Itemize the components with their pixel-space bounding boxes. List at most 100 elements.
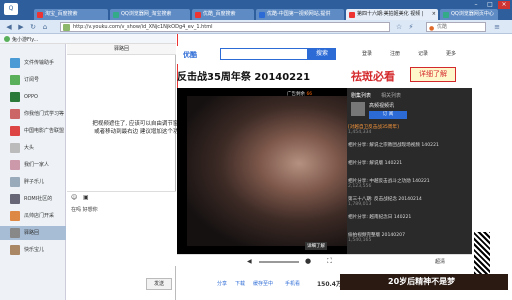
contact-item[interactable]: ROMI社区的 — [0, 192, 66, 206]
related-item[interactable]: 相片分享: 解说版 140221 — [348, 160, 470, 166]
channel-name[interactable]: 高频视频讯 — [369, 102, 394, 109]
contact-label: OPPO — [24, 94, 38, 100]
contact-item[interactable]: 中国电影广告联盟 — [0, 124, 66, 138]
chat-composer[interactable]: ☺ ▣ 在吗 好想你 — [67, 191, 176, 266]
download-label[interactable]: 下载 — [235, 280, 245, 287]
contact-avatar — [10, 143, 20, 153]
contact-avatar — [10, 194, 20, 204]
site-search-button[interactable]: 搜索 — [308, 48, 336, 60]
tab-close-icon[interactable]: × — [432, 9, 436, 20]
contact-label: 胖子乐儿 — [24, 179, 45, 185]
browser-tab[interactable]: 优酷-中国第一视频网站,提供 — [256, 9, 344, 20]
nav-login[interactable]: 登录 — [362, 50, 372, 57]
play-icon[interactable]: ● — [305, 257, 311, 265]
qq-logo-icon[interactable]: Q — [4, 3, 18, 15]
video-player[interactable]: 广告剩余 66 详细了解 — [177, 88, 347, 254]
browser-tab-bar: Q 淘宝_百度搜索 QQ浏览器网_淘宝搜索 优酷_百度搜索 优酷-中国第一视频网… — [0, 0, 512, 20]
channel-avatar — [351, 102, 365, 116]
contact-avatar — [10, 211, 20, 221]
qr-code[interactable] — [474, 232, 490, 274]
lightning-icon[interactable]: ⚡ — [406, 22, 416, 32]
contact-avatar — [10, 58, 20, 68]
font-icon[interactable]: ☺ — [71, 194, 77, 201]
browser-tab[interactable]: QQ浏览器网_淘宝搜索 — [110, 9, 190, 20]
subscribe-button[interactable]: 订 阅 — [369, 111, 407, 119]
contact-item[interactable]: 订阅号 — [0, 73, 66, 87]
related-item[interactable]: 第三十八期: 反击战纪念 20140214 1,789,013 — [348, 196, 470, 207]
tab-favicon-icon — [37, 12, 43, 18]
related-item[interactable]: 相片分享: 越南纪念日 140221 — [348, 214, 470, 220]
close-window-icon[interactable]: × — [498, 1, 510, 9]
contact-avatar — [10, 92, 20, 102]
browser-tab-active[interactable]: 第四十六期:美拍姬美化 视频 | × — [346, 9, 438, 20]
ad-detail-button[interactable]: 详细了解 — [410, 67, 456, 82]
image-icon[interactable]: ▣ — [83, 194, 89, 201]
refresh-icon[interactable]: ↻ — [28, 22, 38, 32]
volume-slider[interactable] — [259, 261, 299, 263]
site-logo[interactable]: 优酷 — [183, 50, 197, 60]
related-item[interactable]: 相片分享: 解说之宗教团战现场视频 140221 — [348, 142, 470, 148]
nav-more[interactable]: 更多 — [446, 50, 456, 57]
banner-text[interactable]: 20岁后精神不是梦 — [388, 276, 455, 287]
contact-item[interactable]: 驿路回 — [0, 226, 66, 240]
related-item-count: 1,454,334 — [348, 130, 372, 135]
nav-history[interactable]: 记录 — [418, 50, 428, 57]
contact-item[interactable]: 瓜帅店门开采 — [0, 209, 66, 223]
url-field[interactable]: http://v.youku.com/v_show/id_XNjc1NjkODg… — [60, 22, 390, 32]
related-item[interactable]: 相片分享: 中越反击战斗之功勋 140221 2,123,556 — [348, 178, 470, 189]
contact-item[interactable]: 我们一家人 — [0, 158, 66, 172]
contact-item[interactable]: 文件传输助手 — [0, 56, 66, 70]
ad-text[interactable]: 祛斑必看 — [351, 68, 395, 84]
nav-register[interactable]: 注册 — [390, 50, 400, 57]
browser-tab[interactable]: QQ浏览器网页中心 — [440, 9, 498, 20]
cache-label[interactable]: 缓存至中 — [253, 280, 273, 287]
contact-label: 瓜帅店门开采 — [24, 213, 55, 219]
maximize-icon[interactable]: □ — [484, 1, 496, 9]
tab-favicon-icon — [113, 12, 119, 18]
contact-item[interactable]: 大头 — [0, 141, 66, 155]
browser-tab[interactable]: 淘宝_百度搜索 — [34, 9, 108, 20]
related-item[interactable]: 偷拍视频完整版 20140207 1,540,165 — [348, 232, 470, 243]
contact-label: 驿路回 — [24, 230, 40, 236]
tab-favicon-icon — [259, 12, 265, 18]
menu-icon[interactable]: ≡ — [492, 22, 502, 32]
browser-search-field[interactable]: ● 优酷 — [426, 22, 486, 32]
contact-avatar — [10, 126, 20, 136]
forward-icon[interactable]: ▶ — [16, 22, 26, 32]
phone-label[interactable]: 手机看 — [285, 280, 300, 287]
contact-label: 中国电影广告联盟 — [24, 128, 65, 134]
star-icon[interactable]: ☆ — [394, 22, 404, 32]
related-item[interactable]: [对越自卫反击战35周年] 1,454,334 — [348, 124, 470, 135]
contact-item[interactable]: 你我他门式学习等 — [0, 107, 66, 121]
fullscreen-icon[interactable]: ⛶ — [327, 257, 332, 266]
tab-episodes[interactable]: 剧集列表 — [351, 92, 371, 99]
browser-tab[interactable]: 优酷_百度搜索 — [192, 9, 254, 20]
quality-label[interactable]: 超清 — [435, 258, 445, 265]
tab-favicon-icon — [195, 12, 201, 18]
compose-text[interactable]: 在吗 好想你 — [71, 206, 98, 213]
related-item-title: 相片分享: 越南纪念日 140221 — [348, 215, 412, 220]
chat-header: 驿路回 — [67, 44, 176, 55]
skip-ad-button[interactable]: 详细了解 — [305, 242, 327, 250]
tab-related[interactable]: 相关列表 — [381, 92, 401, 99]
contact-item[interactable]: 快乐宝儿 — [0, 243, 66, 257]
related-item-count: 1,540,165 — [348, 238, 372, 243]
tab-favicon-icon — [349, 12, 355, 18]
share-label[interactable]: 分享 — [217, 280, 227, 287]
contact-item[interactable]: OPPO — [0, 90, 66, 104]
contact-label: 快乐宝儿 — [24, 247, 45, 253]
contact-avatar — [10, 228, 20, 238]
volume-icon[interactable]: ◀ — [247, 258, 252, 265]
video-frame — [187, 96, 347, 246]
contact-label: 文件传输助手 — [24, 60, 55, 66]
contact-avatar — [10, 177, 20, 187]
address-bar: ◀ ▶ ↻ ⌂ http://v.youku.com/v_show/id_XNj… — [0, 20, 512, 34]
minimize-icon[interactable]: – — [470, 1, 482, 9]
site-search-input[interactable] — [220, 48, 308, 60]
back-icon[interactable]: ◀ — [4, 22, 14, 32]
send-button[interactable]: 发送 — [146, 278, 172, 290]
chat-title: 驿路回 — [113, 46, 129, 52]
home-icon[interactable]: ⌂ — [40, 22, 50, 32]
contact-item[interactable]: 胖子乐儿 — [0, 175, 66, 189]
ad-countdown: 广告剩余 66 — [287, 92, 313, 97]
